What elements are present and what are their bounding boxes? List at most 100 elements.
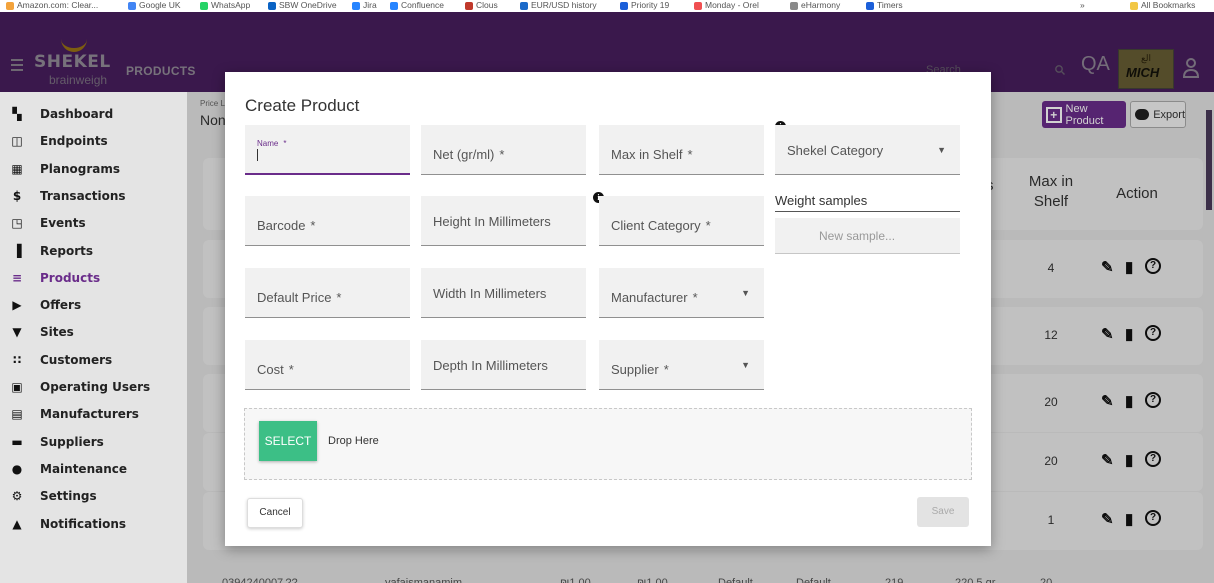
width-label: Width In Millimeters — [433, 286, 547, 301]
truck-icon: ▬ — [11, 434, 23, 449]
bookmark-item[interactable]: EUR/USD history — [520, 0, 597, 11]
folder-icon — [1130, 1, 1138, 10]
weight-samples-label: Weight samples — [775, 193, 960, 212]
sidebar-item-endpoints[interactable]: ◫ Endpoints — [10, 132, 108, 150]
required-mark: * — [663, 362, 669, 377]
cost-field[interactable]: Cost * — [245, 340, 410, 390]
max-in-shelf-field[interactable]: Max in Shelf * — [599, 125, 764, 175]
chevron-down-icon: ▼ — [937, 145, 946, 155]
bookmark-item[interactable]: Confluence — [390, 0, 444, 11]
sidebar-item-transactions[interactable]: $ Transactions — [10, 187, 126, 205]
supplier-select[interactable]: Supplier * ▼ — [599, 340, 764, 390]
height-field[interactable]: Height In Millimeters — [421, 196, 586, 246]
new-sample-input[interactable]: New sample... — [775, 218, 960, 254]
bell-icon: ▲ — [12, 516, 22, 531]
required-mark: * — [687, 147, 693, 162]
drop-here-text: Drop Here — [328, 435, 379, 447]
bookmark-favicon-icon — [390, 1, 398, 10]
bookmark-label: WhatsApp — [211, 0, 251, 10]
sidebar-item-settings[interactable]: ⚙ Settings — [10, 487, 97, 505]
bookmark-favicon-icon — [6, 1, 14, 10]
bookmark-item[interactable]: Clous — [465, 0, 498, 11]
sidebar-item-dashboard[interactable]: ▚ Dashboard — [10, 105, 113, 123]
select-file-button[interactable]: SELECT — [259, 421, 317, 461]
customers-icon: ∷ — [12, 352, 22, 367]
default-price-field[interactable]: Default Price * — [245, 268, 410, 318]
bookmark-item[interactable]: eHarmony — [790, 0, 840, 11]
sidebar-item-reports[interactable]: ▐ Reports — [10, 242, 93, 260]
bookmark-favicon-icon — [200, 1, 208, 10]
client-category-label: Client Category — [611, 218, 701, 233]
sidebar-item-offers[interactable]: ▶ Offers — [10, 296, 81, 314]
bookmark-label: SBW OneDrive — [279, 0, 337, 10]
sidebar-item-customers[interactable]: ∷ Customers — [10, 351, 112, 369]
all-bookmarks-label: All Bookmarks — [1141, 0, 1196, 10]
file-dropzone[interactable]: SELECT Drop Here — [244, 408, 972, 480]
bookmarks-bar: Amazon.com: Clear... Google UK WhatsApp SBW… — [0, 0, 1214, 12]
supplier-label: Supplier — [611, 362, 659, 377]
sidebar-item-manufacturers[interactable]: ▤ Manufacturers — [10, 405, 139, 423]
sidebar-item-sites[interactable]: ▼ Sites — [10, 323, 73, 341]
sidebar-item-planograms[interactable]: ▦ Planograms — [10, 160, 120, 178]
sidebar-item-operating-users[interactable]: ▣ Operating Users — [10, 378, 150, 396]
sidebar: ▚ Dashboard ◫ Endpoints ▦ Planograms $ Transact… — [0, 92, 187, 583]
bookmark-label: Clous — [476, 0, 498, 10]
required-mark: * — [692, 290, 698, 305]
required-mark: * — [288, 362, 294, 377]
bookmark-item[interactable]: Amazon.com: Clear... — [6, 0, 98, 11]
client-category-field[interactable]: Client Category * — [599, 196, 764, 246]
name-field[interactable]: Name * — [245, 125, 410, 175]
bookmark-favicon-icon — [352, 1, 360, 10]
barcode-field[interactable]: Barcode * — [245, 196, 410, 246]
sidebar-item-notifications[interactable]: ▲ Notifications — [10, 515, 126, 533]
sidebar-item-label: Maintenance — [40, 461, 128, 476]
bookmarks-overflow-button[interactable]: » — [1080, 0, 1085, 11]
bookmark-item[interactable]: Timers — [866, 0, 903, 11]
depth-field[interactable]: Depth In Millimeters — [421, 340, 586, 390]
all-bookmarks-button[interactable]: All Bookmarks — [1130, 0, 1195, 11]
sidebar-item-products[interactable]: ≡ Products — [10, 269, 100, 287]
net-field[interactable]: Net (gr/ml) * — [421, 125, 586, 175]
create-product-dialog: Create Product Name * Barcode * Default Pr… — [225, 72, 991, 546]
info-icon: ● — [11, 461, 23, 476]
cost-label: Cost — [257, 362, 284, 377]
bookmark-favicon-icon — [520, 1, 528, 10]
bar-chart-icon: ▐ — [12, 243, 22, 258]
sidebar-item-label: Events — [40, 216, 86, 231]
bookmark-item[interactable]: Google UK — [128, 0, 181, 11]
manufacturers-icon: ▤ — [11, 407, 23, 422]
bookmark-item[interactable]: Jira — [352, 0, 377, 11]
bookmark-label: Monday - Orel — [705, 0, 759, 10]
required-mark: * — [283, 139, 287, 148]
bookmark-label: EUR/USD history — [531, 0, 597, 10]
sidebar-item-label: Suppliers — [40, 434, 104, 449]
required-mark: * — [336, 290, 342, 305]
location-pin-icon: ▼ — [12, 325, 22, 340]
sidebar-item-label: Endpoints — [40, 134, 108, 149]
bookmark-label: Timers — [877, 0, 903, 10]
bookmark-item[interactable]: Priority 19 — [620, 0, 669, 11]
height-label: Height In Millimeters — [433, 214, 551, 229]
sidebar-item-label: Reports — [40, 243, 94, 258]
bookmark-item[interactable]: Monday - Orel — [694, 0, 759, 11]
dashboard-icon: ▚ — [12, 107, 22, 121]
default-price-label: Default Price — [257, 290, 332, 305]
net-label: Net (gr/ml) — [433, 147, 495, 162]
gear-icon: ⚙ — [11, 489, 23, 504]
cancel-button[interactable]: Cancel — [247, 498, 303, 528]
save-button[interactable]: Save — [917, 497, 969, 527]
bookmark-item[interactable]: SBW OneDrive — [268, 0, 337, 11]
bookmark-favicon-icon — [694, 1, 702, 10]
bookmark-item[interactable]: WhatsApp — [200, 0, 250, 11]
bookmark-favicon-icon — [465, 1, 473, 10]
shekel-category-label: Shekel Category — [787, 143, 884, 158]
sidebar-item-suppliers[interactable]: ▬ Suppliers — [10, 433, 104, 451]
sidebar-item-events[interactable]: ◳ Events — [10, 214, 86, 232]
chevron-down-icon: ▼ — [741, 360, 750, 370]
dollar-icon: $ — [12, 188, 22, 203]
width-field[interactable]: Width In Millimeters — [421, 268, 586, 318]
name-label: Name — [257, 139, 279, 148]
shekel-category-select[interactable]: Shekel Category ▼ — [775, 125, 960, 175]
sidebar-item-maintenance[interactable]: ● Maintenance — [10, 460, 127, 478]
manufacturer-select[interactable]: Manufacturer * ▼ — [599, 268, 764, 318]
